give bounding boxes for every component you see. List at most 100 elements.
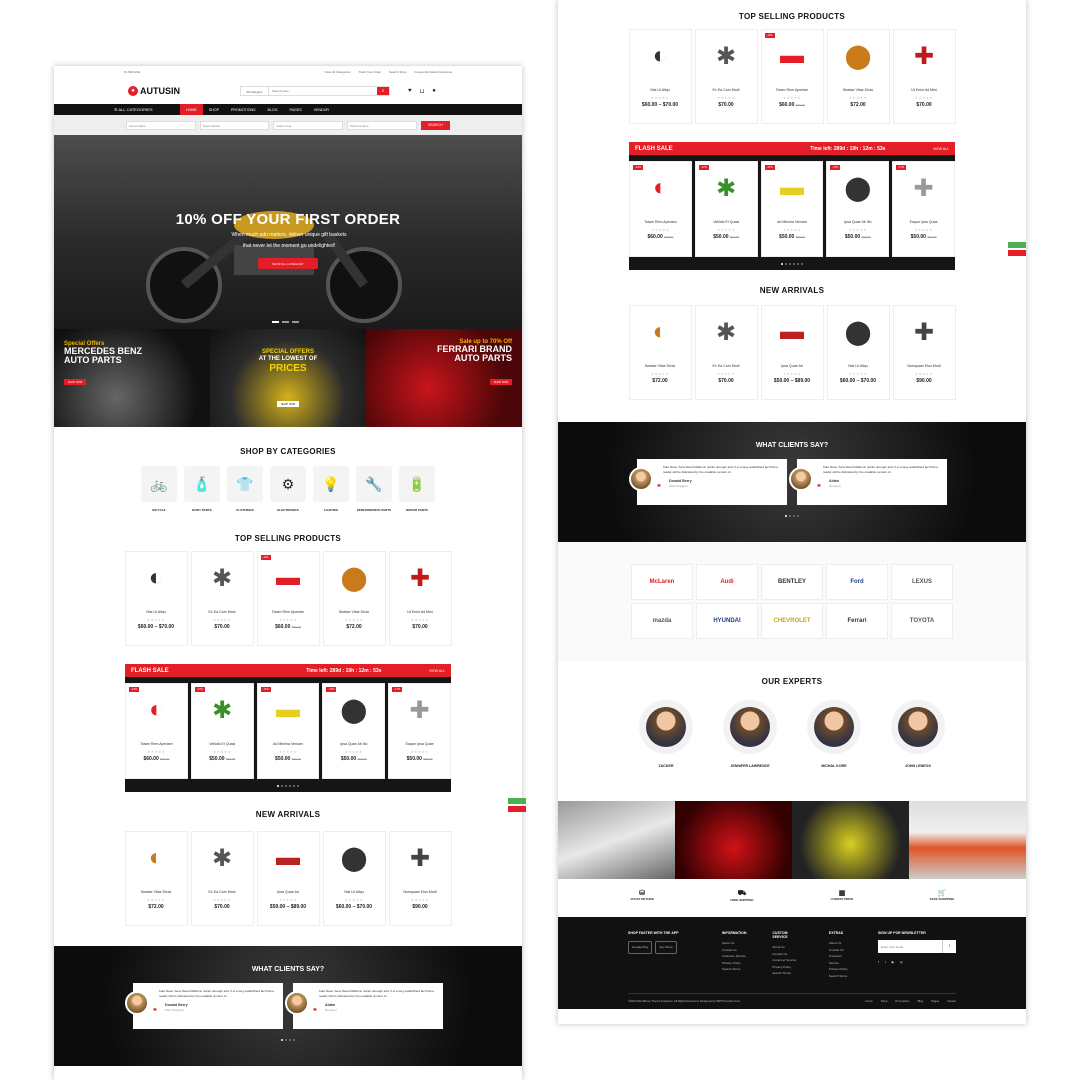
product-name[interactable]: Beatae Vitae Dicta	[630, 364, 691, 368]
product-card[interactable]: ▬ Ipsa Quae Ab ★★★★★ $50.00 – $89.00	[256, 831, 320, 926]
product-card[interactable]: ◐ Nisi Ut Aliqu ★★★★★ $60.00 – $70.00	[124, 551, 188, 646]
footer-bottom-link[interactable]: Promotions	[895, 999, 909, 1003]
product-name[interactable]: Ipsa Quae Ab	[762, 364, 823, 368]
search-input[interactable]	[269, 87, 377, 95]
footer-link[interactable]: Search Terms	[829, 973, 852, 980]
twitter-icon[interactable]: t	[885, 959, 886, 966]
product-card[interactable]: ⬤ Beatae Vitae Dicta ★★★★★ $72.00	[322, 551, 386, 646]
product-card[interactable]: -17% ✱ Vellidis Et Quasi ★★★★★ $50.00 $60.00	[694, 161, 758, 257]
product-name[interactable]: Ex Ea Com Modi	[696, 364, 757, 368]
product-card[interactable]: ✱ Ex Ea Com Modi ★★★★★ $70.00	[694, 305, 758, 400]
newsletter-submit-button[interactable]: ›	[942, 940, 956, 953]
product-card[interactable]: ✱ Ex Ea Com Modi ★★★★★ $70.00	[190, 831, 254, 926]
product-name[interactable]: Beatae Vitae Dicta	[126, 890, 187, 894]
footer-link[interactable]: Customer Service	[722, 953, 746, 960]
product-name[interactable]: Nisi Ut Aliqu	[126, 610, 187, 614]
product-name[interactable]: Nisi Ut Aliqu	[324, 890, 385, 894]
product-name[interactable]: Ipsa Quae Ab Illo	[827, 220, 888, 224]
gallery-image[interactable]	[558, 801, 675, 879]
gallery-image[interactable]	[675, 801, 792, 879]
product-name[interactable]: Eaque Ipsa Quae	[389, 742, 450, 746]
footer-bottom-link[interactable]: Shop	[881, 999, 888, 1003]
slider-dots[interactable]	[272, 321, 299, 323]
product-card[interactable]: ✚ Ut Enim Ad Mini ★★★★★ $70.00	[892, 29, 956, 124]
footer-bottom-link[interactable]: Blog	[918, 999, 924, 1003]
product-name[interactable]: Numquam Eius Modi	[894, 364, 955, 368]
product-image[interactable]: ◐	[630, 30, 691, 82]
product-image[interactable]: ◐	[126, 552, 187, 604]
product-card[interactable]: ✚ Numquam Eius Modi ★★★★★ $90.00	[388, 831, 452, 926]
product-card[interactable]: ▬ Ipsa Quae Ab ★★★★★ $50.00 – $89.00	[760, 305, 824, 400]
product-card[interactable]: ◐ Beatae Vitae Dicta ★★★★★ $72.00	[628, 305, 692, 400]
product-card[interactable]: ⬤ Nisi Ut Aliqu ★★★★★ $60.00 – $70.00	[826, 305, 890, 400]
product-name[interactable]: Ut Enim Ad Mini	[390, 610, 451, 614]
search-category-select[interactable]: All Category	[241, 87, 269, 95]
banner-shop-button[interactable]: SHOP NOW	[277, 401, 299, 407]
select-year[interactable]: Select Year	[273, 120, 343, 130]
nav-home[interactable]: HOME	[180, 104, 203, 115]
banner-mercedes[interactable]: Special Offers MERCEDES BENZ AUTO PARTS …	[54, 329, 210, 427]
brand-logo[interactable]: McLaren	[631, 564, 693, 600]
google-play-badge[interactable]: Google Play	[628, 941, 653, 954]
product-card[interactable]: -14% ◐ Totam Rem Aperiam ★★★★★ $60.00 $70.00	[629, 161, 692, 257]
select-engine[interactable]: Select Engine	[346, 120, 417, 130]
product-card[interactable]: -17% ✱ Vellidis Et Quasi ★★★★★ $50.00 $60.00	[190, 683, 254, 779]
category-tile[interactable]: 💡 LIGHTING	[313, 466, 349, 512]
nav-vendor[interactable]: VENDOR	[308, 104, 335, 115]
product-name[interactable]: Ut Enim Ad Mini	[894, 88, 955, 92]
product-image[interactable]: ▬	[258, 832, 319, 884]
product-name[interactable]: Ad Minima Veniam	[258, 742, 319, 746]
product-card[interactable]: -17% ▬ Ad Minima Veniam ★★★★★ $50.00 $60.00	[760, 161, 824, 257]
category-tile[interactable]: 🚲 BICYCLE	[141, 466, 177, 512]
product-name[interactable]: Numquam Eius Modi	[390, 890, 451, 894]
product-card[interactable]: -14% ▬ Totam Rem Aperiam ★★★★★ $60.00 $70.00	[256, 551, 320, 646]
topbar-link[interactable]: Search Shop	[389, 70, 406, 74]
logo[interactable]: ● AUTUSIN	[128, 86, 180, 96]
banner-shop-button[interactable]: SHOP NOW	[490, 379, 512, 385]
carousel-dots[interactable]	[629, 263, 955, 270]
view-all-link[interactable]: VIEW ALL	[933, 147, 949, 151]
category-tile[interactable]: 🔧 PERFORMANCE PARTS	[356, 466, 392, 512]
footer-link[interactable]: Search Terms	[722, 966, 746, 973]
view-all-link[interactable]: VIEW ALL	[429, 669, 445, 673]
brand-logo[interactable]: HYUNDAI	[696, 603, 758, 639]
currency-language[interactable]: $ USD ENG	[124, 70, 140, 74]
app-store-badge[interactable]: App Store	[655, 941, 677, 954]
product-card[interactable]: -14% ◐ Totam Rem Aperiam ★★★★★ $60.00 $70.00	[125, 683, 188, 779]
brand-logo[interactable]: CHEVROLET	[761, 603, 823, 639]
expert-card[interactable]: ZACKER	[639, 700, 693, 768]
product-name[interactable]: Eaque Ipsa Quae	[893, 220, 954, 224]
carousel-dots[interactable]	[54, 1039, 522, 1041]
select-model[interactable]: Select Model	[199, 120, 270, 130]
select-make[interactable]: Select Make	[126, 120, 196, 130]
banner-ferrari[interactable]: Sale up to 70% Off FERRARI BRAND AUTO PA…	[366, 329, 522, 427]
brand-logo[interactable]: Audi	[696, 564, 758, 600]
user-icon[interactable]: ●	[432, 88, 436, 95]
topbar-link[interactable]: View All Categories	[325, 70, 351, 74]
product-image[interactable]: ✱	[696, 306, 757, 358]
youtube-icon[interactable]: ▶	[892, 959, 894, 966]
product-name[interactable]: Ipsa Quae Ab	[258, 890, 319, 894]
product-name[interactable]: Totam Rem Aperiam	[762, 88, 823, 92]
brand-logo[interactable]: LEXUS	[891, 564, 953, 600]
category-tile[interactable]: 🔋 REPAIR PARTS	[399, 466, 435, 512]
product-name[interactable]: Totam Rem Aperiam	[258, 610, 319, 614]
product-card[interactable]: -14% ▬ Totam Rem Aperiam ★★★★★ $60.00 $70.00	[760, 29, 824, 124]
product-image[interactable]: ⬤	[828, 30, 889, 82]
product-name[interactable]: Ex Ea Com Modi	[192, 890, 253, 894]
expert-card[interactable]: JENNIFER LAWRENCE	[723, 700, 777, 768]
product-card[interactable]: ◐ Beatae Vitae Dicta ★★★★★ $72.00	[124, 831, 188, 926]
side-widget-badge[interactable]	[1008, 242, 1026, 248]
product-image[interactable]: ⬤	[324, 832, 385, 884]
facebook-icon[interactable]: f	[878, 959, 879, 966]
product-image[interactable]: ◐	[126, 832, 187, 884]
banner-special-offers[interactable]: SPECIAL OFFERS AT THE LOWEST OF PRICES S…	[210, 329, 366, 427]
carousel-dots[interactable]	[558, 515, 1026, 517]
carousel-dots[interactable]	[125, 785, 451, 792]
heart-icon[interactable]: ♥	[408, 88, 412, 95]
product-image[interactable]: ◐	[630, 306, 691, 358]
search-button[interactable]: ⌕	[377, 87, 389, 95]
product-name[interactable]: Beatae Vitae Dicta	[828, 88, 889, 92]
side-widget-badge[interactable]	[508, 798, 526, 804]
all-categories-menu[interactable]: ☰ ALL CATEGORIES	[110, 107, 180, 112]
